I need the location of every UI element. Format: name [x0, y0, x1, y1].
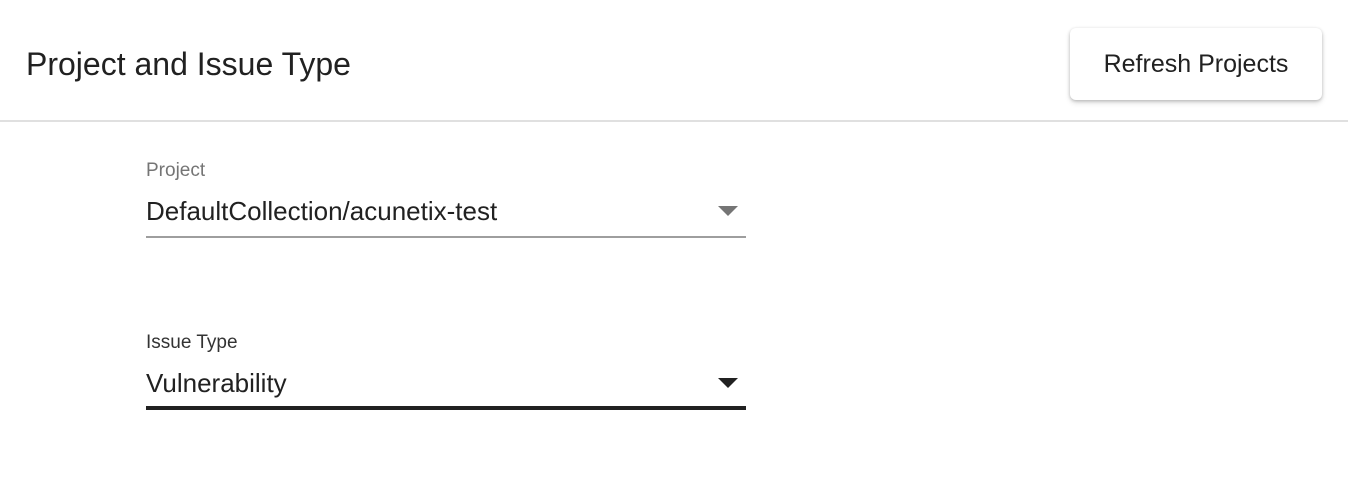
- page-title: Project and Issue Type: [26, 46, 351, 82]
- refresh-projects-button[interactable]: Refresh Projects: [1070, 28, 1322, 100]
- project-field: Project DefaultCollection/acunetix-test: [146, 158, 746, 238]
- project-select-value: DefaultCollection/acunetix-test: [146, 196, 498, 226]
- issue-type-field: Issue Type Vulnerability: [146, 330, 746, 410]
- project-select[interactable]: DefaultCollection/acunetix-test: [146, 184, 746, 238]
- issue-type-select-underline: [146, 406, 746, 410]
- issue-type-select[interactable]: Vulnerability: [146, 356, 746, 410]
- caret-down-icon[interactable]: [718, 206, 738, 216]
- page-header: Project and Issue Type Refresh Projects: [0, 0, 1348, 122]
- issue-type-select-value: Vulnerability: [146, 368, 287, 398]
- project-label: Project: [146, 160, 206, 181]
- caret-down-icon[interactable]: [718, 378, 738, 388]
- project-select-underline: [146, 236, 746, 238]
- issue-type-label: Issue Type: [146, 332, 238, 353]
